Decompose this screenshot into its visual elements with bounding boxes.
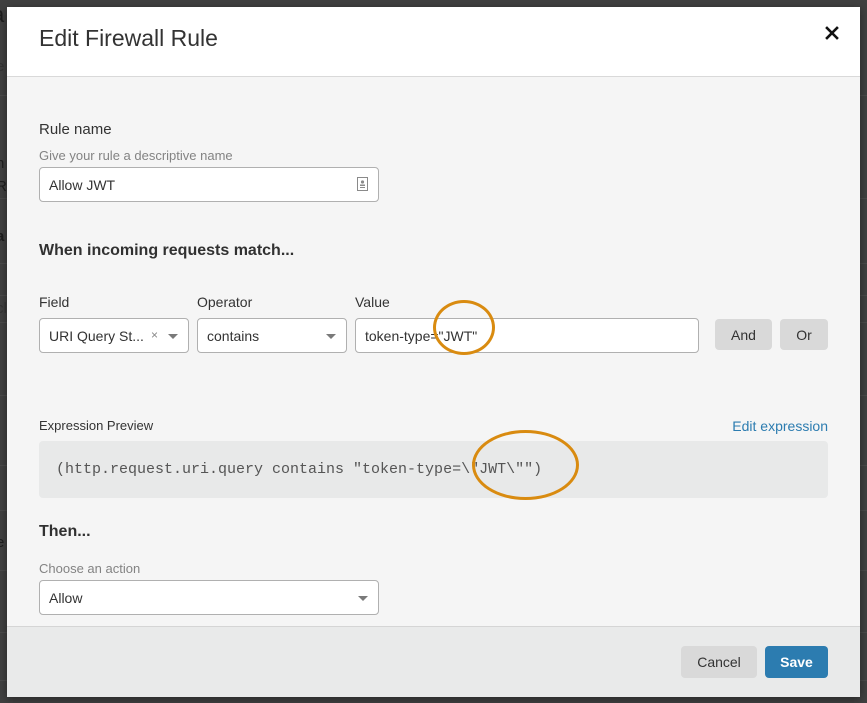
expression-text: (http.request.uri.query contains "token-… [56,461,543,478]
operator-select-value: contains [207,327,260,344]
value-label: Value [355,294,390,310]
edit-firewall-rule-dialog: Edit Firewall Rule Rule name Give your r… [7,7,860,697]
background-text: a [0,2,4,28]
edit-expression-link[interactable]: Edit expression [732,418,828,434]
or-button[interactable]: Or [780,319,828,350]
operator-label: Operator [197,294,253,310]
action-select[interactable]: Allow [39,580,379,615]
expression-preview: (http.request.uri.query contains "token-… [39,441,828,498]
modal-footer: Cancel Save [7,626,860,697]
close-icon [825,26,839,40]
cancel-button[interactable]: Cancel [681,646,757,678]
chevron-down-icon [168,333,178,339]
rule-name-helper: Give your rule a descriptive name [39,148,233,163]
operator-select[interactable]: contains [197,318,347,353]
modal-header: Edit Firewall Rule [7,7,860,77]
field-label: Field [39,294,70,310]
action-select-value: Allow [49,589,83,606]
save-button[interactable]: Save [765,646,828,678]
chevron-down-icon [358,595,368,601]
chevron-down-icon [326,333,336,339]
modal-title: Edit Firewall Rule [39,25,218,51]
field-select[interactable]: URI Query St... × [39,318,189,353]
background-text: e [0,58,5,75]
clear-field-icon[interactable]: × [151,328,158,342]
match-section-title: When incoming requests match... [39,242,295,259]
value-input-value: token-type="JWT" [365,327,478,344]
action-helper: Choose an action [39,561,141,576]
then-section-title: Then... [39,523,91,540]
background-text: e [0,534,5,551]
expression-preview-label: Expression Preview [39,418,154,433]
and-button[interactable]: And [715,319,772,350]
modal-body: Rule name Give your rule a descriptive n… [7,78,860,626]
background-text: R [0,178,7,195]
close-button[interactable] [820,21,844,45]
rule-name-input[interactable]: Allow JWT [39,167,379,202]
background-text: a [0,228,5,245]
background-text: cl [0,300,7,317]
rule-name-label: Rule name [39,121,112,138]
rule-name-value: Allow JWT [49,176,116,193]
value-input[interactable]: token-type="JWT" [355,318,699,353]
contact-card-icon [357,177,368,191]
field-select-value: URI Query St... [49,327,144,344]
background-text: n [0,155,5,172]
